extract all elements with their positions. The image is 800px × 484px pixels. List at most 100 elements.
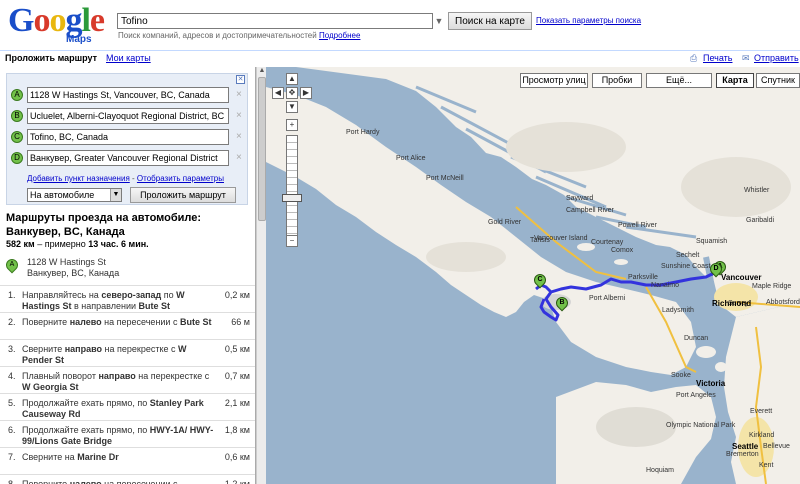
street-view-button[interactable]: Просмотр улиц xyxy=(520,73,588,88)
remove-waypoint-icon[interactable]: × xyxy=(236,131,242,142)
search-hint-more-link[interactable]: Подробнее xyxy=(319,31,361,40)
summary-mid: – примерно xyxy=(34,239,89,249)
zoom-slider[interactable] xyxy=(286,135,298,239)
direction-step[interactable]: 7. Сверните на Marine Dr 0,6 км xyxy=(0,447,255,474)
waypoint-input-d[interactable]: Ванкувер, Greater Vancouver Regional Dis… xyxy=(27,150,229,166)
summary-distance: 582 км xyxy=(6,239,35,249)
city-label: Seattle xyxy=(732,442,759,451)
place-label: Whistler xyxy=(744,187,770,194)
step-distance: 66 м xyxy=(231,317,250,327)
pan-right-icon[interactable]: ▶ xyxy=(300,87,312,99)
route-summary: 582 км – примерно 13 час. 6 мин. xyxy=(6,239,149,249)
close-icon[interactable]: ✕ xyxy=(236,75,245,84)
waypoint-marker-c[interactable]: C xyxy=(11,131,23,143)
traffic-button[interactable]: Пробки xyxy=(592,73,642,88)
envelope-icon[interactable]: ✉ xyxy=(742,53,750,64)
place-label: Abbotsford xyxy=(766,299,800,306)
panel-scrollbar[interactable]: ▲ xyxy=(256,67,266,484)
map-type-button[interactable]: Карта xyxy=(716,73,754,88)
step-distance: 0,5 км xyxy=(224,344,250,354)
summary-time: 13 час. 6 мин. xyxy=(88,239,149,249)
place-label: Parksville xyxy=(628,274,658,281)
step-instruction: Направляйтесь на северо-запад по W Hasti… xyxy=(22,290,185,311)
step-distance: 1,2 км xyxy=(224,479,250,484)
place-label: Kirkland xyxy=(749,432,775,439)
place-label: Olympic National Park xyxy=(666,422,736,429)
place-label: Bellevue xyxy=(763,443,790,450)
step-number: 2. xyxy=(8,317,16,327)
add-destination-link[interactable]: Добавить пункт назначения xyxy=(27,174,130,183)
google-maps-logo[interactable]: Google Maps xyxy=(8,4,112,46)
links-separator: - xyxy=(132,174,135,183)
zoom-out-icon[interactable]: − xyxy=(286,235,298,247)
waypoint-input-b[interactable]: Ucluelet, Alberni-Clayoquot Regional Dis… xyxy=(27,108,229,124)
printer-icon[interactable]: ⎙ xyxy=(690,53,697,64)
logo-maps-label: Maps xyxy=(66,34,92,45)
search-history-dropdown-icon[interactable]: ▼ xyxy=(433,13,445,29)
step-instruction: Продолжайте ехать прямо, по Stanley Park… xyxy=(22,398,204,419)
tab-my-maps[interactable]: Мои карты xyxy=(106,53,151,63)
satellite-button[interactable]: Спутник xyxy=(756,73,800,88)
direction-step[interactable]: 2. Поверните налево на пересечении с Bute… xyxy=(0,312,255,339)
zoom-slider-handle[interactable] xyxy=(282,194,302,202)
more-layers-button[interactable]: Ещё... xyxy=(646,73,712,88)
top-bar: Проложить маршрут Мои карты ⎙ Печать ✉ О… xyxy=(0,50,800,66)
direction-step[interactable]: 1. Направляйтесь на северо-запад по W Has… xyxy=(0,285,255,312)
place-label: Ladysmith xyxy=(662,307,694,314)
directions-panel: ✕ A 1128 W Hastings St, Vancouver, BC, C… xyxy=(0,67,256,484)
search-options-link[interactable]: Показать параметры поиска xyxy=(536,16,641,25)
place-label: Bremerton xyxy=(726,451,759,458)
search-input[interactable] xyxy=(117,13,433,29)
waypoint-marker-d[interactable]: D xyxy=(11,152,23,164)
remove-waypoint-icon[interactable]: × xyxy=(236,89,242,100)
waypoint-input-c[interactable]: Tofino, BC, Canada xyxy=(27,129,229,145)
step-distance: 0,7 км xyxy=(224,371,250,381)
step-distance: 0,2 км xyxy=(224,290,250,300)
place-label: Port Alice xyxy=(396,155,426,162)
direction-step[interactable]: 4. Плавный поворот направо на перекрестке… xyxy=(0,366,255,393)
step-distance: 0,6 км xyxy=(224,452,250,462)
waypoint-row-a: A 1128 W Hastings St, Vancouver, BC, Can… xyxy=(11,87,247,103)
place-label: Kent xyxy=(759,462,774,469)
zoom-in-icon[interactable]: + xyxy=(286,119,298,131)
start-address-line1: 1128 W Hastings St xyxy=(27,257,106,267)
waypoint-row-b: B Ucluelet, Alberni-Clayoquot Regional D… xyxy=(11,108,247,124)
directions-links: Добавить пункт назначения - Отобразить п… xyxy=(27,174,224,183)
waypoint-marker-b[interactable]: B xyxy=(11,110,23,122)
step-number: 5. xyxy=(8,398,16,408)
travel-mode-select[interactable]: На автомобиле ▼ xyxy=(27,188,122,202)
step-instruction: Поверните налево на пересечении с Bute S… xyxy=(22,317,212,327)
map-view[interactable]: Port Hardy Port Alice Port McNeill Saywa… xyxy=(266,67,800,484)
place-label: Gold River xyxy=(488,219,522,226)
waypoint-marker-a[interactable]: A xyxy=(11,89,23,101)
pan-up-icon[interactable]: ▲ xyxy=(286,73,298,85)
show-options-link[interactable]: Отобразить параметры xyxy=(137,174,224,183)
scroll-thumb[interactable] xyxy=(258,77,266,221)
start-address: 1128 W Hastings St Ванкувер, BC, Канада xyxy=(27,257,119,279)
remove-waypoint-icon[interactable]: × xyxy=(236,152,242,163)
pan-left-icon[interactable]: ◀ xyxy=(272,87,284,99)
waypoint-row-c: C Tofino, BC, Canada × xyxy=(11,129,247,145)
step-distance: 2,1 км xyxy=(224,398,250,408)
tab-directions[interactable]: Проложить маршрут xyxy=(5,53,97,63)
print-link[interactable]: Печать xyxy=(703,53,732,63)
place-label: Duncan xyxy=(684,335,709,342)
waypoint-input-a[interactable]: 1128 W Hastings St, Vancouver, BC, Canad… xyxy=(27,87,229,103)
place-label: Port Hardy xyxy=(346,129,380,136)
place-label: Courtenay xyxy=(591,239,624,246)
pan-down-icon[interactable]: ▼ xyxy=(286,101,298,113)
direction-step[interactable]: 6. Продолжайте ехать прямо, по HWY-1A/ HW… xyxy=(0,420,255,447)
direction-step[interactable]: 3. Сверните направо на перекрестке с W Pe… xyxy=(0,339,255,366)
get-directions-button[interactable]: Проложить маршрут xyxy=(130,187,236,203)
search-map-button[interactable]: Поиск на карте xyxy=(448,12,532,30)
route-title: Маршруты проезда на автомобиле: Ванкувер… xyxy=(6,212,202,238)
send-link[interactable]: Отправить xyxy=(754,53,799,63)
step-number: 3. xyxy=(8,344,16,354)
pan-center-icon[interactable]: ✥ xyxy=(286,87,298,99)
direction-step[interactable]: 8. Поверните налево на пересечении с 1,2 к… xyxy=(0,474,255,484)
city-label: Victoria xyxy=(696,379,726,388)
direction-step[interactable]: 5. Продолжайте ехать прямо, по Stanley Pa… xyxy=(0,393,255,420)
remove-waypoint-icon[interactable]: × xyxy=(236,110,242,121)
place-label: Campbell River xyxy=(566,207,614,214)
start-marker-icon[interactable]: A xyxy=(3,256,21,277)
